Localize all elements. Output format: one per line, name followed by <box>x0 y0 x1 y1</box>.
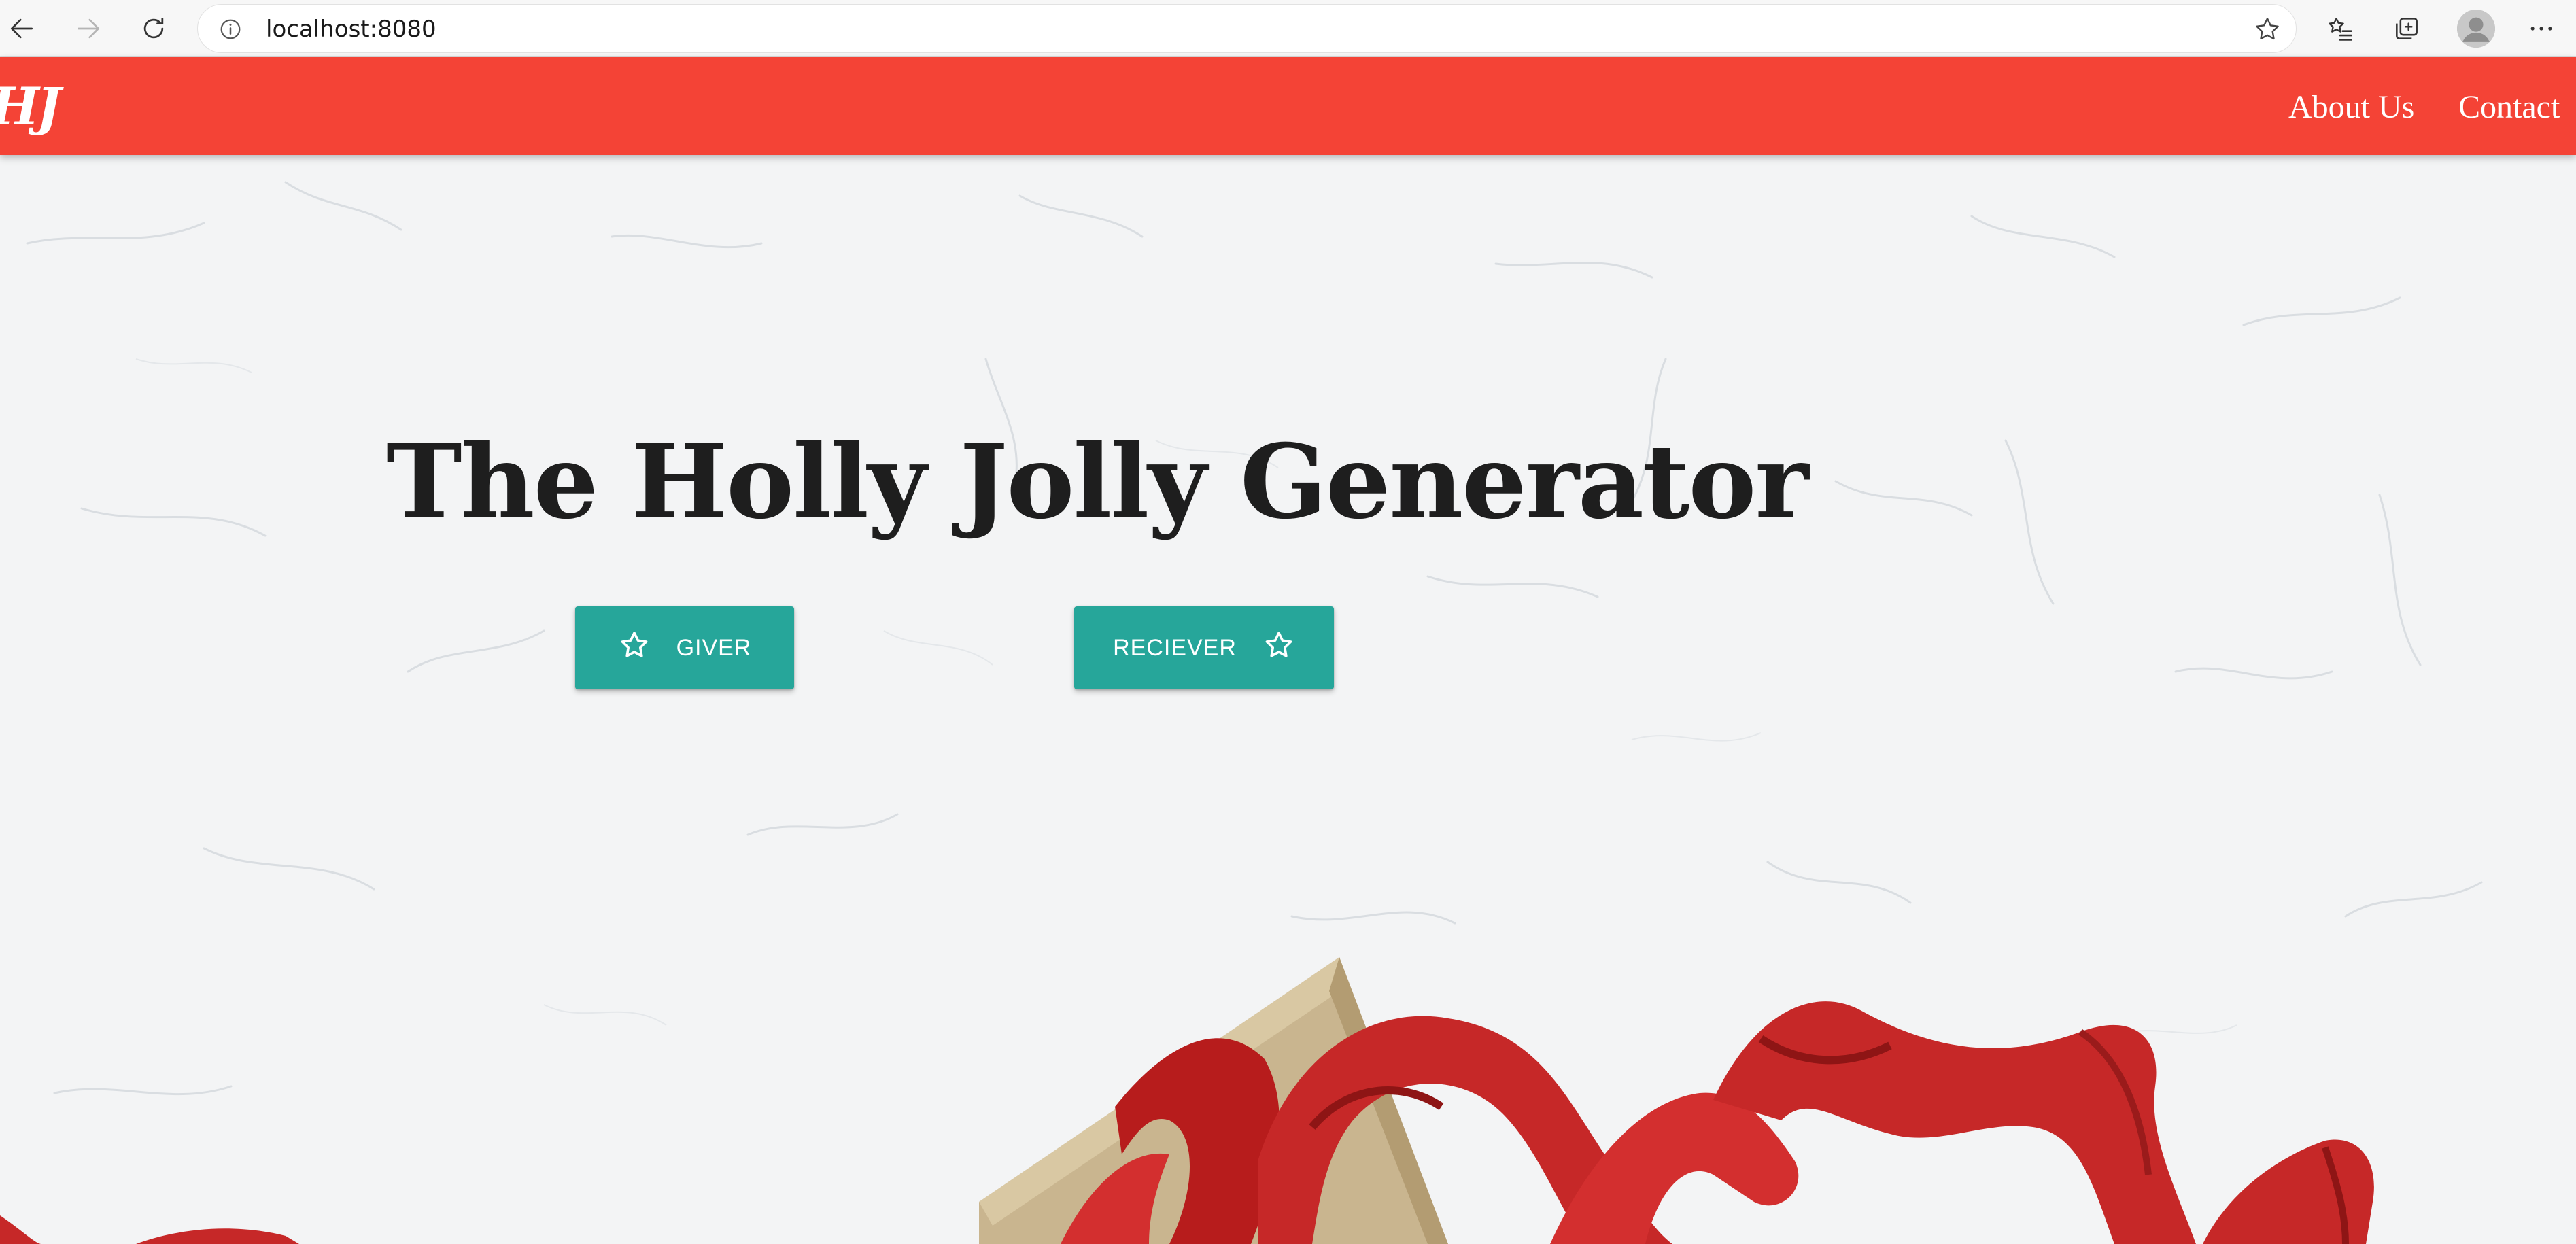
more-options-icon[interactable] <box>2522 10 2560 48</box>
info-icon[interactable] <box>217 16 244 43</box>
favorites-list-icon[interactable] <box>2321 10 2359 48</box>
gift-ribbon-illustration <box>0 957 2374 1244</box>
nav-link-contact[interactable]: Contact <box>2458 87 2560 128</box>
collections-icon[interactable] <box>2388 10 2426 48</box>
url-text[interactable]: localhost:8080 <box>266 14 436 44</box>
refresh-icon[interactable] <box>133 8 174 49</box>
site-navbar: HJ About Us Contact <box>0 57 2576 155</box>
hero-section: The Holly Jolly Generator GIVER RECIEVER <box>0 155 2576 1244</box>
forward-arrow-icon[interactable] <box>68 8 109 49</box>
browser-toolbar: localhost:8080 <box>0 0 2576 57</box>
back-arrow-icon[interactable] <box>1 8 42 49</box>
profile-avatar[interactable] <box>2457 10 2495 48</box>
favorite-star-icon[interactable] <box>2252 14 2282 44</box>
nav-link-about-us[interactable]: About Us <box>2288 87 2414 128</box>
site-logo[interactable]: HJ <box>0 76 61 137</box>
address-bar[interactable]: localhost:8080 <box>197 4 2297 53</box>
